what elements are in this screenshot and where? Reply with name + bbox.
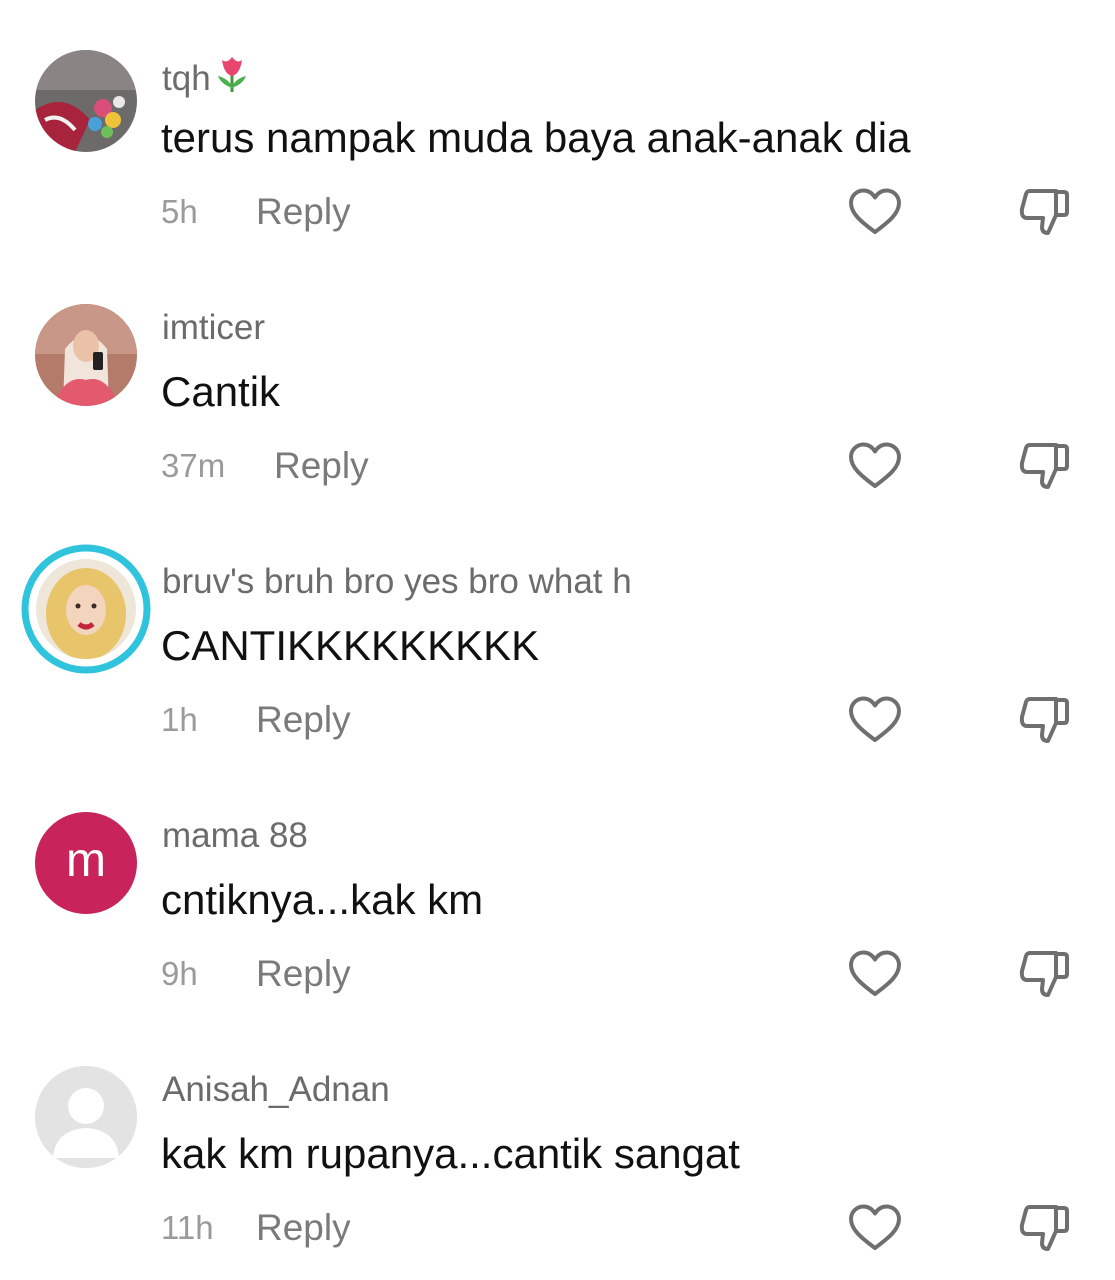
reply-button[interactable]: Reply <box>256 1207 351 1249</box>
heart-icon[interactable] <box>848 950 902 998</box>
comment-time: 1h <box>161 701 198 738</box>
avatar[interactable] <box>35 304 137 406</box>
username[interactable]: bruv's bruh bro yes bro what h <box>162 562 632 602</box>
comment-time: 37m <box>161 447 226 484</box>
comment-text: cntiknya...kak km <box>161 876 484 923</box>
tulip-emoji-icon <box>215 54 249 103</box>
username[interactable]: Anisah_Adnan <box>162 1070 390 1110</box>
comment-time: 5h <box>161 193 198 230</box>
reply-button[interactable]: Reply <box>256 699 351 741</box>
thumbs-down-icon[interactable] <box>1018 188 1072 236</box>
thumbs-down-icon[interactable] <box>1018 442 1072 490</box>
avatar[interactable] <box>35 50 137 152</box>
comment-text: Cantik <box>161 368 281 415</box>
thumbs-down-icon[interactable] <box>1018 696 1072 744</box>
username[interactable]: imticer <box>162 308 265 348</box>
comment-item: Anisah_Adnan kak km rupanya...cantik san… <box>0 1016 1115 1270</box>
thumbs-down-icon[interactable] <box>1018 1204 1072 1252</box>
comment-item: imticer Cantik 37m Reply <box>0 254 1115 508</box>
comment-text: terus nampak muda baya anak-anak dia <box>161 114 911 161</box>
heart-icon[interactable] <box>848 442 902 490</box>
reply-button[interactable]: Reply <box>274 445 369 487</box>
comment-time: 9h <box>161 955 198 992</box>
reply-button[interactable]: Reply <box>256 953 351 995</box>
heart-icon[interactable] <box>848 696 902 744</box>
thumbs-down-icon[interactable] <box>1018 950 1072 998</box>
comment-text: kak km rupanya...cantik sangat <box>161 1130 740 1177</box>
username[interactable]: mama 88 <box>162 816 308 856</box>
comment-text: CANTIKKKKKKKKK <box>161 622 540 669</box>
reply-button[interactable]: Reply <box>256 191 351 233</box>
comment-item: m mama 88 cntiknya...kak km 9h Reply <box>0 762 1115 1016</box>
heart-icon[interactable] <box>848 188 902 236</box>
avatar[interactable]: m <box>35 812 137 914</box>
avatar[interactable] <box>21 544 151 674</box>
comment-item: tqh terus nampak muda baya anak-anak dia… <box>0 0 1115 254</box>
comment-item: bruv's bruh bro yes bro what h CANTIKKKK… <box>0 508 1115 762</box>
default-avatar-icon[interactable] <box>35 1066 137 1168</box>
username[interactable]: tqh <box>162 54 249 103</box>
heart-icon[interactable] <box>848 1204 902 1252</box>
comment-time: 11h <box>161 1209 214 1246</box>
